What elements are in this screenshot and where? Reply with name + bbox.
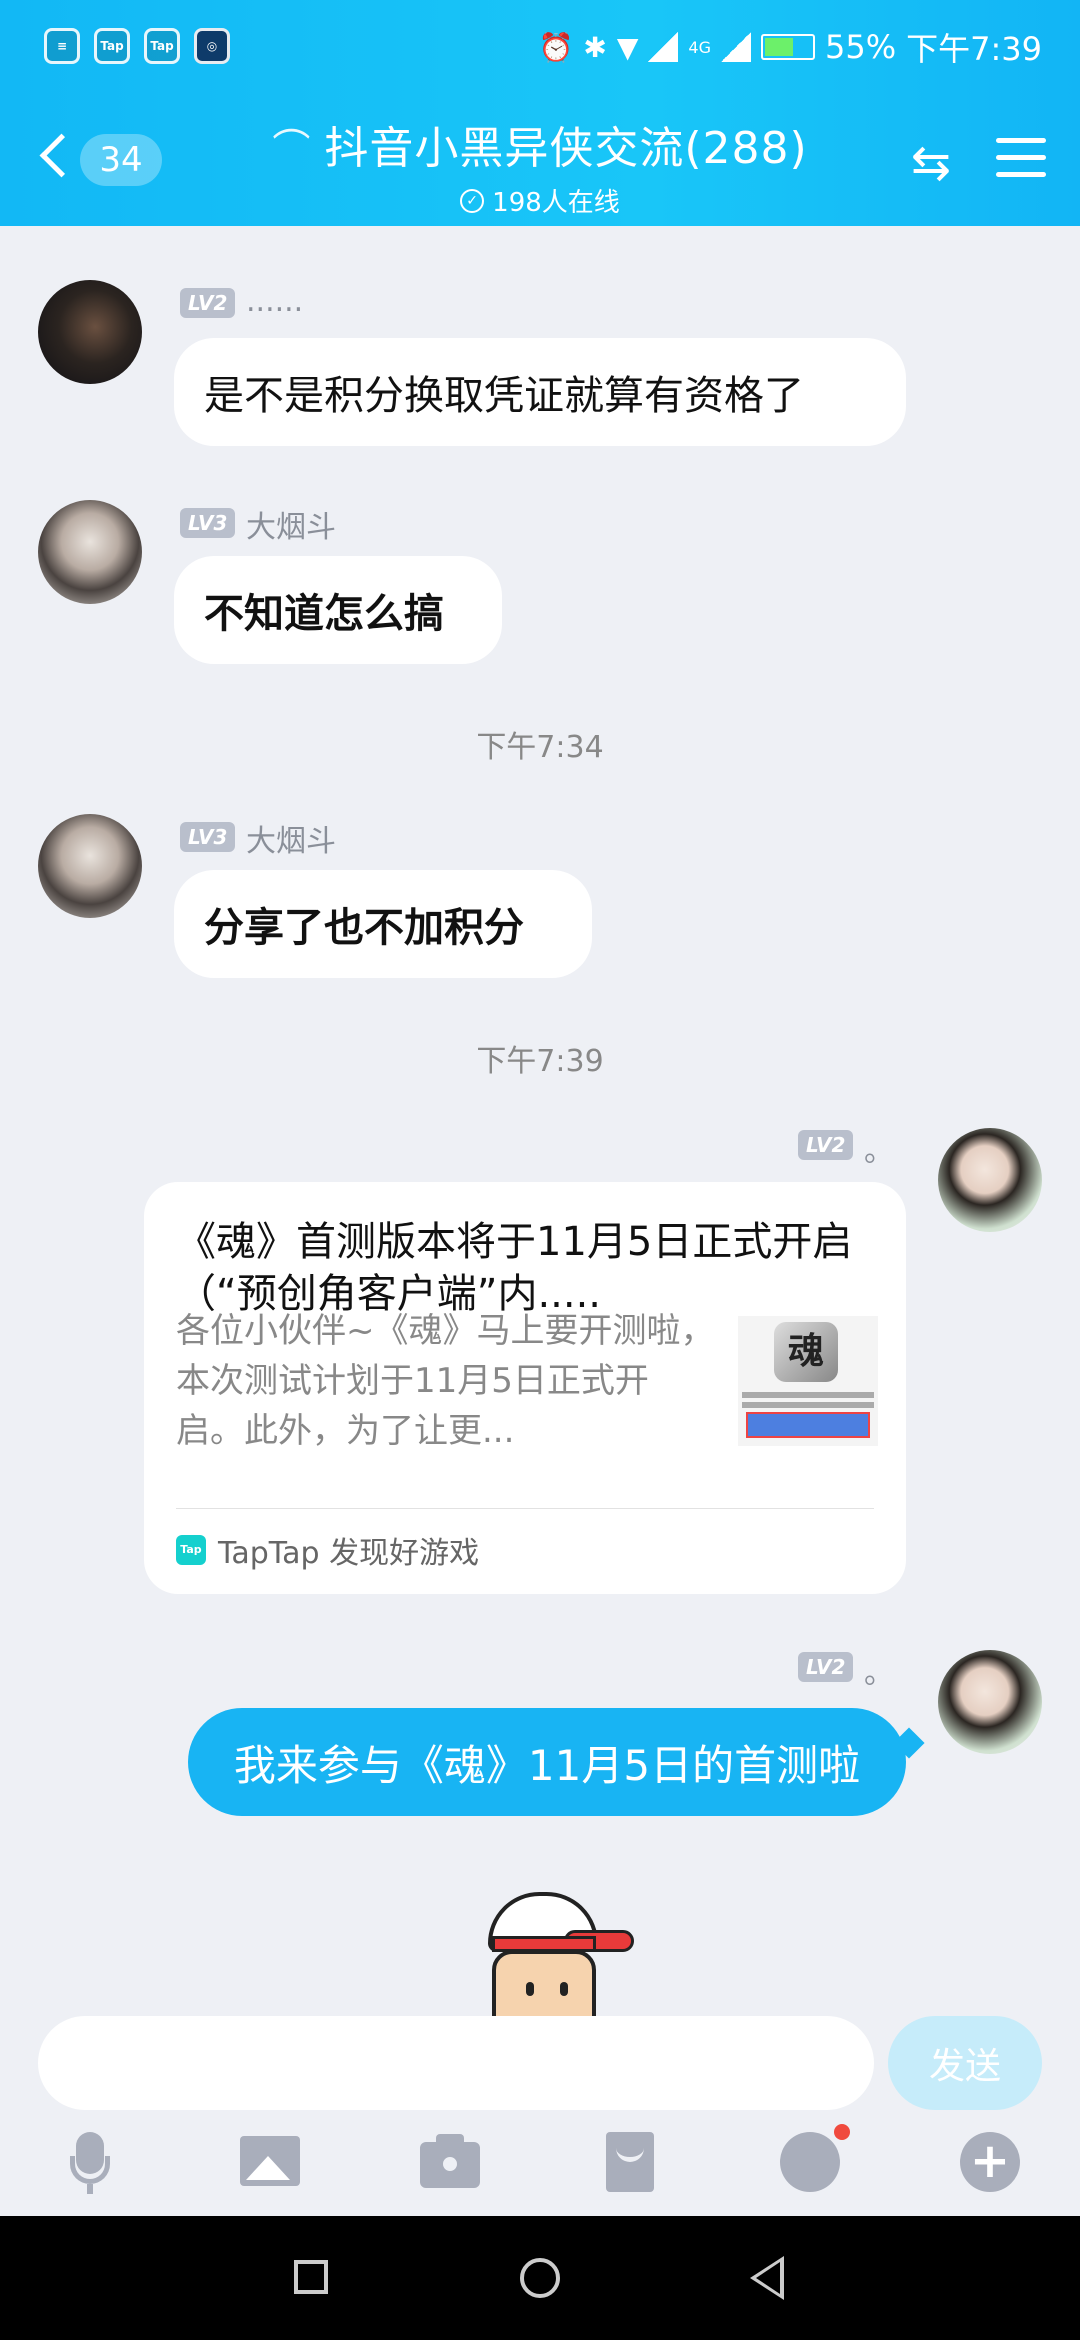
message-bubble[interactable]: 不知道怎么搞 xyxy=(174,556,502,664)
online-check-icon: ✓ xyxy=(460,188,485,213)
level-badge: LV3 xyxy=(180,508,236,538)
image-icon[interactable] xyxy=(234,2126,306,2198)
microphone-icon[interactable] xyxy=(54,2126,126,2198)
avatar[interactable] xyxy=(938,1650,1042,1754)
battery-icon xyxy=(761,34,815,60)
status-bar-right: ⏰ ✱ ▼ 4G 55% 下午7:39 xyxy=(539,24,1042,70)
taptap-icon: Tap xyxy=(176,1535,206,1565)
new-badge-dot xyxy=(834,2124,850,2140)
menu-icon[interactable] xyxy=(996,138,1046,182)
message-bubble[interactable]: 是不是积分换取凭证就算有资格了 xyxy=(174,338,906,446)
network-type: 4G xyxy=(688,37,711,57)
card-description: 各位小伙伴~《魂》马上要开测啦，本次测试计划于11月5日正式开启。此外，为了让更… xyxy=(176,1311,715,1451)
card-divider xyxy=(176,1508,874,1509)
signal-icon xyxy=(721,32,751,62)
send-button[interactable]: 发送 xyxy=(888,2016,1042,2110)
emoji-icon[interactable] xyxy=(774,2124,850,2198)
card-thumbnail: 魂 xyxy=(738,1316,878,1446)
sender-nickname: 大烟斗 xyxy=(246,510,336,545)
sender-nickname: ...... xyxy=(246,284,304,319)
taptap-notification-icon: Tap xyxy=(144,28,180,64)
message-input[interactable] xyxy=(38,2016,874,2110)
ear-icon[interactable]: ⌒ xyxy=(272,117,310,172)
share-link-icon[interactable]: ⇆ xyxy=(900,132,962,194)
sender-nickname: 大烟斗 xyxy=(246,824,336,859)
level-badge: LV2 xyxy=(798,1652,854,1682)
level-badge: LV3 xyxy=(180,822,236,852)
taptap-notification-icon: Tap xyxy=(94,28,130,64)
input-toolbar: + xyxy=(0,2124,1080,2216)
game-logo: 魂 xyxy=(774,1322,838,1382)
red-packet-icon[interactable] xyxy=(594,2126,666,2198)
app-notification-icon: ◎ xyxy=(194,28,230,64)
avatar[interactable] xyxy=(38,280,142,384)
home-icon[interactable] xyxy=(520,2258,560,2298)
card-source-label: TapTap 发现好游戏 xyxy=(218,1536,480,1571)
card-source: Tap TapTap 发现好游戏 xyxy=(176,1520,479,1580)
input-area: 发送 + xyxy=(0,2016,1080,2216)
battery-level xyxy=(765,38,793,56)
status-bar: ≡ Tap Tap ◎ ⏰ ✱ ▼ 4G 55% 下午7:39 xyxy=(0,0,1080,96)
status-bar-apps: ≡ Tap Tap ◎ xyxy=(44,28,230,64)
wifi-icon: ▼ xyxy=(616,30,639,64)
level-badge: LV2 xyxy=(798,1130,854,1160)
back-icon[interactable] xyxy=(750,2256,784,2300)
sender-nickname: 。 xyxy=(864,1656,894,1691)
shared-link-card[interactable]: 《魂》首测版本将于11月5日正式开启（“预创角客户端”内..... 各位小伙伴~… xyxy=(144,1182,906,1594)
group-title: 抖音小黑异侠交流(288) xyxy=(324,123,808,174)
avatar[interactable] xyxy=(38,500,142,604)
message-bubble[interactable]: 分享了也不加积分 xyxy=(174,870,592,978)
app-notification-icon: ≡ xyxy=(44,28,80,64)
status-time: 下午7:39 xyxy=(906,30,1042,68)
battery-percent: 55% xyxy=(825,28,897,66)
own-message-bubble[interactable]: 我来参与《魂》11月5日的首测啦 xyxy=(188,1708,906,1816)
alarm-icon: ⏰ xyxy=(538,30,574,64)
sender-nickname: 。 xyxy=(864,1134,894,1169)
online-count: 198人在线 xyxy=(492,188,620,218)
header: ≡ Tap Tap ◎ ⏰ ✱ ▼ 4G 55% 下午7:39 34 ⌒ 抖音小… xyxy=(0,0,1080,226)
avatar[interactable] xyxy=(938,1128,1042,1232)
bluetooth-icon: ✱ xyxy=(583,30,607,64)
level-badge: LV2 xyxy=(180,288,236,318)
time-separator: 下午7:34 xyxy=(476,730,604,765)
avatar[interactable] xyxy=(38,814,142,918)
recents-icon[interactable] xyxy=(294,2260,328,2294)
system-navigation-bar xyxy=(0,2216,1080,2340)
signal-icon xyxy=(648,32,679,62)
camera-icon[interactable] xyxy=(414,2126,486,2198)
plus-icon[interactable]: + xyxy=(954,2126,1026,2198)
card-title: 《魂》首测版本将于11月5日正式开启（“预创角客户端”内..... xyxy=(176,1219,853,1317)
time-separator: 下午7:39 xyxy=(476,1044,604,1079)
sticker-image[interactable] xyxy=(474,1880,634,2022)
